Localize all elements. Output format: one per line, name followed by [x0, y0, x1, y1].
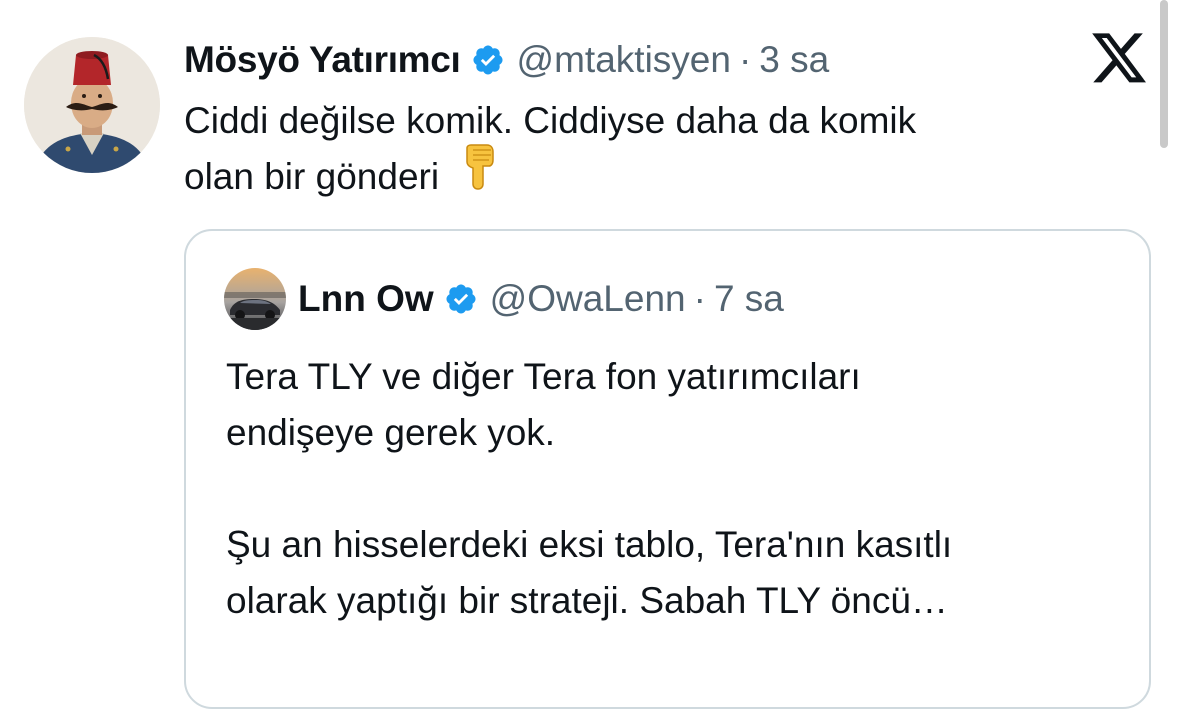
author-handle[interactable]: @mtaktisyen: [517, 39, 731, 81]
quoted-tweet-header: Lnn Ow @OwaLenn · 7 sa: [298, 275, 784, 323]
verified-badge-icon: [471, 43, 505, 77]
separator-dot: ·: [738, 39, 752, 80]
quoted-tweet-text: Tera TLY ve diğer Tera fon yatırımcıları…: [226, 349, 1126, 629]
quoted-author-name[interactable]: Lnn Ow: [298, 278, 434, 320]
x-logo-icon[interactable]: [1092, 33, 1148, 85]
quoted-text-line: endişeye gerek yok.: [226, 412, 556, 453]
quoted-text-line: Tera TLY ve diğer Tera fon yatırımcıları: [226, 356, 861, 397]
quoted-tweet-time[interactable]: 7 sa: [714, 278, 784, 320]
tweet-header: Mösyö Yatırımcı @mtaktisyen · 3 sa: [184, 34, 829, 86]
quoted-text-line: olarak yaptığı bir strateji. Sabah TLY ö…: [226, 580, 948, 621]
tweet-time[interactable]: 3 sa: [759, 39, 829, 81]
tweet-text-line: Ciddi değilse komik. Ciddiyse daha da ko…: [184, 100, 917, 141]
tweet-text-line: olan bir gönderi: [184, 156, 440, 197]
avatar-car-icon: [224, 268, 286, 330]
scrollbar[interactable]: [1160, 0, 1168, 148]
quoted-text-line: Şu an hisselerdeki eksi tablo, Tera'nın …: [226, 524, 953, 565]
avatar-fez-man-icon: [24, 37, 160, 173]
quoted-author-avatar[interactable]: [224, 268, 286, 330]
quoted-tweet-card[interactable]: Lnn Ow @OwaLenn · 7 sa Tera TLY ve diğer…: [184, 229, 1151, 709]
quoted-author-handle[interactable]: @OwaLenn: [490, 278, 686, 320]
separator-dot: ·: [693, 278, 706, 319]
author-name[interactable]: Mösyö Yatırımcı: [184, 39, 461, 81]
tweet-text: Ciddi değilse komik. Ciddiyse daha da ko…: [184, 93, 1124, 206]
verified-badge-icon: [444, 282, 478, 316]
author-avatar[interactable]: [24, 37, 160, 173]
pointing-down-hand-icon: [459, 144, 497, 206]
